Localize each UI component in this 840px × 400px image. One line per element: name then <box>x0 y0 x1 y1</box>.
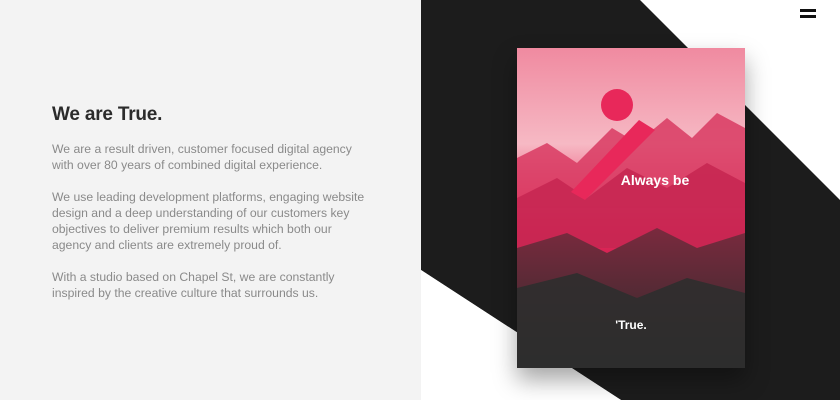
showcase-section: Always be 'True. <box>421 0 840 400</box>
menu-button[interactable] <box>800 9 816 21</box>
circle-icon <box>601 89 633 121</box>
page: We are True. We are a result driven, cus… <box>0 0 840 400</box>
poster-image: Always be 'True. <box>517 48 745 368</box>
poster-logo: 'True. <box>615 318 647 332</box>
about-heading: We are True. <box>52 104 163 125</box>
about-paragraph: With a studio based on Chapel St, we are… <box>52 270 335 300</box>
poster-tagline: Always be <box>620 172 690 188</box>
hamburger-menu-icon <box>800 15 816 18</box>
about-paragraph: We are a result driven, customer focused… <box>52 142 352 172</box>
about-copy: We are a result driven, customer focused… <box>52 141 368 317</box>
hamburger-menu-icon <box>800 9 816 12</box>
about-section: We are True. We are a result driven, cus… <box>0 0 421 400</box>
about-paragraph: We use leading development platforms, en… <box>52 190 365 252</box>
